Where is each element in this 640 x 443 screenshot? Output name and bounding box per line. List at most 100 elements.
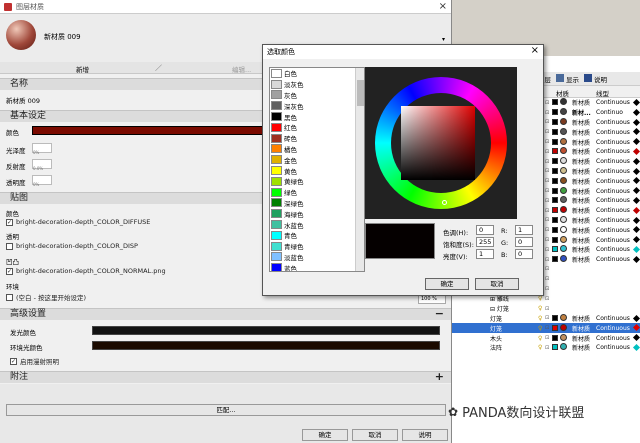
- material-ball-icon[interactable]: [560, 255, 567, 263]
- close-icon[interactable]: ×: [531, 45, 539, 56]
- lock-icon[interactable]: ⊡: [545, 237, 549, 243]
- lock-icon[interactable]: ⊡: [545, 129, 549, 135]
- material-ball-icon[interactable]: [560, 235, 567, 243]
- pencil-icon[interactable]: ／: [155, 63, 162, 73]
- layer-color-swatch[interactable]: [552, 109, 558, 116]
- material-ball-icon[interactable]: [560, 186, 567, 194]
- layer-color-swatch[interactable]: [552, 187, 558, 194]
- map-transparency-row[interactable]: bright-decoration-depth_COLOR_DISP: [6, 242, 138, 250]
- print-color-icon[interactable]: [632, 343, 640, 351]
- map-zoom-field[interactable]: 100 %: [418, 295, 446, 304]
- map-color-checkbox[interactable]: ✓: [6, 218, 13, 226]
- print-color-icon[interactable]: [632, 245, 640, 253]
- lock-icon[interactable]: ⊡: [545, 208, 549, 214]
- lock-icon[interactable]: ⊡: [545, 306, 549, 312]
- print-color-icon[interactable]: [632, 128, 640, 136]
- color-list-item[interactable]: 红色: [270, 122, 364, 133]
- color-list-item[interactable]: 砖色: [270, 133, 364, 144]
- match-button[interactable]: 匹配...: [6, 404, 446, 416]
- map-transparency-checkbox[interactable]: [6, 242, 13, 250]
- material-ball-icon[interactable]: [560, 157, 567, 165]
- material-ball-icon[interactable]: [560, 206, 567, 214]
- lock-icon[interactable]: ⊡: [545, 110, 549, 116]
- layer-linetype[interactable]: Continuous: [596, 237, 630, 244]
- material-ball-icon[interactable]: [560, 215, 567, 223]
- diffuse-row[interactable]: ✓ 启用漫射照明: [10, 356, 59, 366]
- layer-linetype[interactable]: Continuous: [596, 197, 630, 204]
- dialog-ok-button[interactable]: 确定: [425, 278, 469, 290]
- r-input[interactable]: 1: [515, 225, 533, 235]
- layer-color-swatch[interactable]: [552, 197, 558, 204]
- color-list-item[interactable]: 金色: [270, 154, 364, 165]
- print-color-icon[interactable]: [632, 334, 640, 342]
- close-icon[interactable]: ×: [439, 1, 447, 12]
- material-ball-icon[interactable]: [560, 166, 567, 174]
- bulb-icon[interactable]: ♀: [538, 315, 542, 322]
- layer-linetype[interactable]: Continuous: [596, 315, 630, 322]
- layer-linetype[interactable]: Continuous: [596, 168, 630, 175]
- material-ball-icon[interactable]: [560, 147, 567, 155]
- layer-color-swatch[interactable]: [552, 207, 558, 214]
- layer-color-swatch[interactable]: [552, 344, 558, 351]
- layer-color-swatch[interactable]: [552, 216, 558, 223]
- lock-icon[interactable]: ⊡: [545, 188, 549, 194]
- lock-icon[interactable]: ⊡: [545, 217, 549, 223]
- layer-linetype[interactable]: Continuous: [596, 129, 630, 136]
- tab-help[interactable]: 说明: [594, 74, 607, 84]
- layer-color-swatch[interactable]: [552, 148, 558, 155]
- bulb-icon[interactable]: ♀: [538, 305, 542, 312]
- layer-linetype[interactable]: Continuous: [596, 158, 630, 165]
- color-list-scrollbar[interactable]: [355, 68, 364, 271]
- lock-icon[interactable]: ⊡: [545, 345, 549, 351]
- layer-row[interactable]: 灯笼 ♀ ⊡ 新材质 Continuous: [452, 313, 640, 324]
- layer-linetype[interactable]: Continuous: [596, 335, 630, 342]
- print-color-icon[interactable]: [632, 147, 640, 156]
- lock-icon[interactable]: ⊡: [545, 257, 549, 263]
- layer-row[interactable]: 木头 ♀ ⊡ 新材质 Continuous: [452, 333, 640, 343]
- sat-input[interactable]: 255: [476, 237, 494, 247]
- material-name-field[interactable]: 新材质 009: [6, 95, 40, 105]
- layer-color-swatch[interactable]: [552, 226, 558, 233]
- help-button[interactable]: 说明: [402, 429, 448, 441]
- layer-color-swatch[interactable]: [552, 256, 558, 263]
- print-color-icon[interactable]: [632, 167, 640, 175]
- color-list-item[interactable]: 蓝色: [270, 262, 364, 271]
- collapse-icon[interactable]: −: [435, 308, 444, 319]
- print-color-icon[interactable]: [632, 108, 640, 116]
- lock-icon[interactable]: ⊡: [545, 227, 549, 233]
- layer-row[interactable]: ⊟ 灯笼 ♀ ⊡: [452, 304, 640, 314]
- chevron-down-icon[interactable]: ▾: [442, 36, 445, 43]
- layer-row[interactable]: 灯笼 ♀ ⊡ 新材质 Continuous: [452, 323, 640, 334]
- ok-button[interactable]: 确定: [302, 429, 348, 441]
- color-list-item[interactable]: 深绿色: [270, 198, 364, 209]
- map-bump-checkbox[interactable]: ✓: [6, 267, 13, 275]
- material-ball-icon[interactable]: [560, 117, 567, 125]
- map-transparency-file[interactable]: bright-decoration-depth_COLOR_DISP: [16, 242, 138, 250]
- color-list-item[interactable]: 黄色: [270, 165, 364, 176]
- material-ball-icon[interactable]: [560, 343, 567, 351]
- color-list-item[interactable]: 深灰色: [270, 100, 364, 111]
- material-ball-icon[interactable]: [560, 245, 567, 253]
- lock-icon[interactable]: ⊡: [545, 276, 549, 282]
- layer-linetype[interactable]: Continuous: [596, 256, 630, 263]
- print-color-icon[interactable]: [632, 196, 640, 205]
- lock-icon[interactable]: ⊡: [545, 149, 549, 155]
- layer-color-swatch[interactable]: [552, 167, 558, 174]
- layer-color-swatch[interactable]: [552, 246, 558, 253]
- lock-icon[interactable]: ⊡: [545, 139, 549, 145]
- material-ball-icon[interactable]: [560, 333, 567, 341]
- material-ball-icon[interactable]: [560, 313, 567, 321]
- layer-linetype[interactable]: Continuous: [596, 119, 630, 126]
- material-ball-icon[interactable]: [560, 176, 567, 184]
- b-input[interactable]: 0: [515, 249, 533, 259]
- val-input[interactable]: 1: [476, 249, 494, 259]
- map-color-file[interactable]: bright-decoration-depth_COLOR_DIFFUSE: [16, 218, 150, 226]
- col-linetype[interactable]: 线型: [596, 88, 609, 98]
- print-color-icon[interactable]: [632, 138, 640, 146]
- layer-linetype[interactable]: Continuous: [596, 207, 630, 214]
- lock-icon[interactable]: ⊡: [545, 247, 549, 253]
- material-ball-icon[interactable]: [560, 323, 567, 331]
- color-list-item[interactable]: 青色: [270, 230, 364, 241]
- layer-linetype[interactable]: Continuous: [596, 246, 630, 253]
- lock-icon[interactable]: ⊡: [545, 159, 549, 165]
